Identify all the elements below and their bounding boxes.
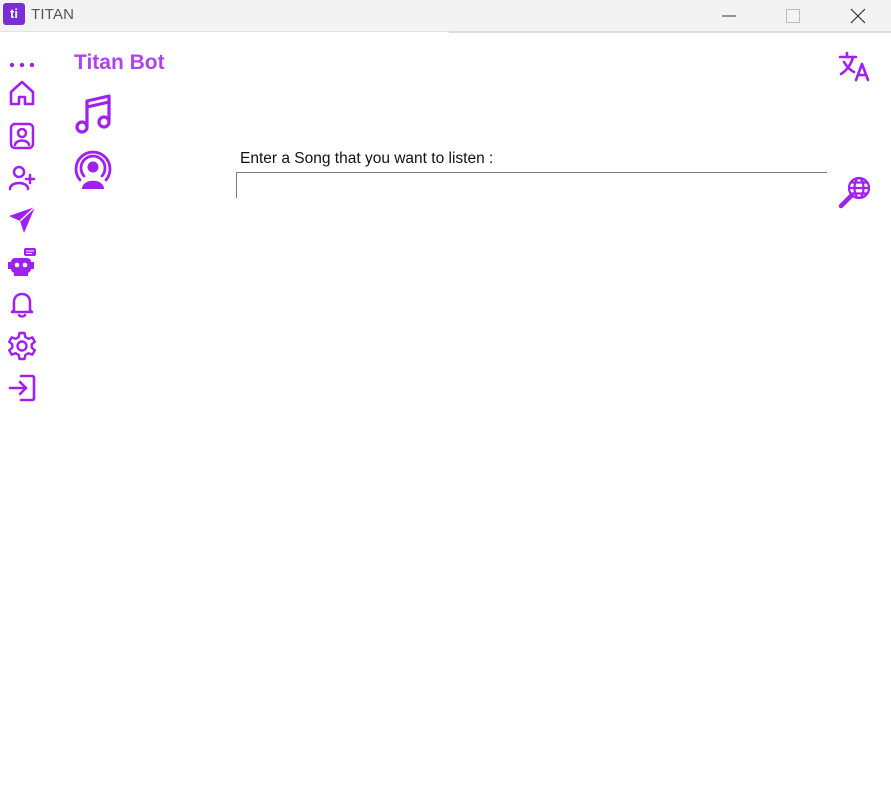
- minimize-icon: [722, 15, 736, 16]
- user-card-icon[interactable]: [6, 120, 38, 152]
- music-note-icon[interactable]: [74, 93, 114, 140]
- close-icon: [850, 8, 866, 23]
- user-plus-icon[interactable]: [6, 162, 38, 194]
- bell-icon[interactable]: [6, 288, 38, 320]
- podcast-icon[interactable]: [73, 149, 113, 196]
- window-title: TITAN: [31, 6, 75, 23]
- translate-icon[interactable]: [838, 50, 872, 87]
- globe-search-icon[interactable]: [838, 176, 872, 215]
- sign-out-icon[interactable]: [6, 372, 38, 404]
- minimize-button[interactable]: [706, 0, 752, 31]
- robot-icon[interactable]: [6, 246, 38, 278]
- brand-title: Titan Bot: [74, 51, 165, 74]
- maximize-button[interactable]: [770, 0, 816, 31]
- song-input[interactable]: [236, 172, 827, 198]
- send-icon[interactable]: [6, 204, 38, 236]
- close-button[interactable]: [835, 0, 881, 31]
- more-dots-icon[interactable]: [6, 50, 38, 80]
- app-logo: ti: [3, 3, 25, 25]
- maximize-icon: [786, 8, 800, 23]
- title-bar: ti TITAN: [0, 0, 891, 32]
- title-divider: [449, 31, 891, 33]
- home-icon[interactable]: [6, 77, 38, 109]
- song-prompt-label: Enter a Song that you want to listen :: [240, 150, 494, 167]
- gear-icon[interactable]: [6, 330, 38, 362]
